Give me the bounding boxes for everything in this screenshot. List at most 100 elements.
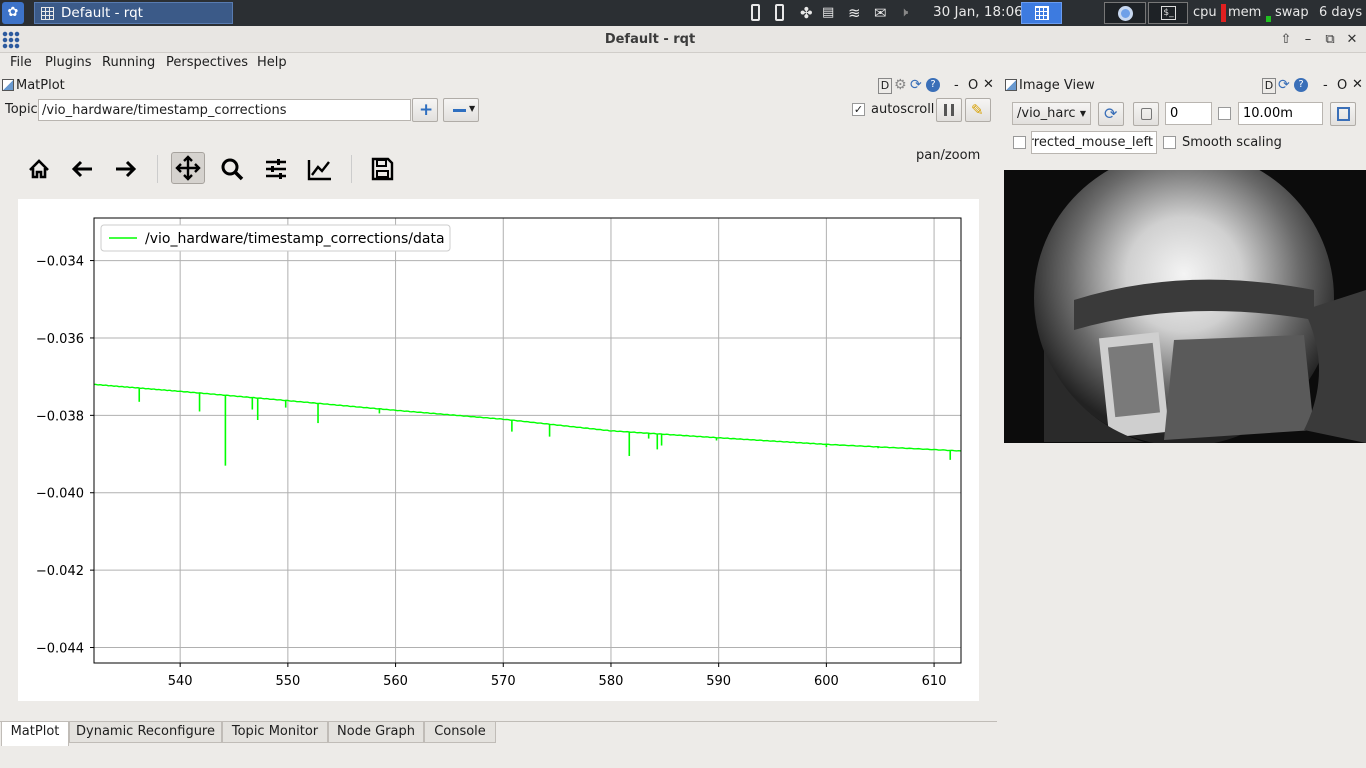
matplot-panel-icon: [2, 79, 14, 91]
home-icon[interactable]: [22, 152, 56, 186]
save-figure-icon[interactable]: [365, 152, 399, 186]
matplot-dock-d-button[interactable]: D: [878, 78, 892, 94]
y-tick-label: −0.034: [36, 255, 84, 270]
chevron-down-icon: ▼: [469, 104, 476, 113]
remove-topic-button[interactable]: ▼: [443, 98, 479, 122]
memory-card-icon[interactable]: ▤: [822, 0, 834, 26]
matplot-help-icon[interactable]: ?: [926, 78, 940, 92]
matplot-panel-title: MatPlot: [16, 78, 65, 93]
tab-topic-monitor[interactable]: Topic Monitor: [222, 721, 328, 743]
uptime: 6 days: [1319, 5, 1363, 20]
y-tick-label: −0.044: [36, 642, 84, 657]
top-panel: ✿ Default - rqt ✤ ▤ ≋ ✉ 🕨 30 Jan, 18:06 …: [0, 0, 1366, 26]
x-tick-label: 600: [814, 674, 839, 689]
maximize-icon[interactable]: ⧉: [1320, 31, 1340, 49]
zoom-magnifier-icon[interactable]: [215, 152, 249, 186]
autoscroll-checkbox[interactable]: ✓: [852, 103, 865, 116]
taskbar-window-button[interactable]: Default - rqt: [34, 2, 233, 24]
pan-move-icon: [175, 155, 201, 181]
mem-meter: [1266, 16, 1271, 22]
plus-icon: +: [419, 100, 434, 120]
zoom-icon: [1141, 108, 1152, 120]
y-tick-label: −0.038: [36, 409, 84, 424]
toolbar-separator: [157, 155, 158, 183]
refresh-icon: ⟳: [1104, 104, 1118, 123]
minimize-icon[interactable]: –: [1298, 31, 1318, 49]
toolbar-separator: [351, 155, 352, 183]
back-arrow-icon[interactable]: [66, 152, 100, 186]
image-overlay-value: orrected_mouse_left: [1031, 135, 1153, 150]
tab-dynamic-reconfigure[interactable]: Dynamic Reconfigure: [69, 721, 222, 743]
tab-console[interactable]: Console: [424, 721, 496, 743]
matplot-float-button[interactable]: O: [968, 78, 978, 93]
y-tick-label: −0.036: [36, 332, 84, 347]
menu-plugins[interactable]: Plugins: [45, 55, 92, 70]
add-topic-button[interactable]: +: [412, 98, 438, 122]
camera-frame: [1034, 170, 1366, 443]
menu-help[interactable]: Help: [257, 55, 287, 70]
whisker-menu-icon[interactable]: ✿: [2, 2, 24, 24]
image-view-panel-header: Image View D ⟳ ? - O ✕: [1003, 76, 1366, 98]
tab-node-graph[interactable]: Node Graph: [328, 721, 424, 743]
pause-icon: [944, 104, 954, 116]
menu-perspectives[interactable]: Perspectives: [166, 55, 248, 70]
clear-button[interactable]: ✎: [965, 98, 991, 122]
matplot-minimize-button[interactable]: -: [954, 78, 959, 93]
image-view-float-button[interactable]: O: [1337, 78, 1347, 93]
forward-arrow-icon[interactable]: [108, 152, 142, 186]
image-zoom-button[interactable]: [1133, 102, 1159, 126]
x-tick-label: 560: [383, 674, 408, 689]
wifi-icon[interactable]: ≋: [848, 0, 861, 26]
minus-icon: [453, 109, 466, 112]
x-tick-label: 570: [491, 674, 516, 689]
battery-icon[interactable]: [751, 4, 760, 21]
broom-icon: ✎: [971, 101, 984, 119]
configure-subplots-icon[interactable]: [259, 152, 293, 186]
edit-axes-icon[interactable]: [303, 152, 337, 186]
menu-file[interactable]: File: [10, 55, 32, 70]
chevron-down-icon: ▼: [1079, 109, 1086, 118]
matplot-refresh-icon[interactable]: ⟳: [910, 77, 922, 93]
image-save-button[interactable]: [1330, 102, 1356, 126]
clock[interactable]: 30 Jan, 18:06: [933, 0, 1023, 24]
topic-input[interactable]: [38, 99, 411, 121]
image-refresh-topics-button[interactable]: ⟳: [1098, 102, 1124, 126]
battery-icon[interactable]: [775, 4, 784, 21]
image-rotation-spinbox[interactable]: [1165, 102, 1212, 125]
pause-button[interactable]: [936, 98, 962, 122]
smooth-scaling-checkbox[interactable]: [1163, 136, 1176, 149]
grid-app-icon: [41, 7, 54, 20]
image-time-input[interactable]: [1238, 102, 1323, 125]
pan-zoom-button[interactable]: [171, 152, 205, 184]
workspace-switcher[interactable]: [1021, 2, 1062, 24]
matplot-close-icon[interactable]: ✕: [983, 77, 994, 92]
image-time-checkbox[interactable]: [1218, 107, 1231, 120]
matplot-gear-icon[interactable]: ⚙: [894, 77, 907, 93]
terminal-tray-button[interactable]: $_: [1148, 2, 1188, 24]
swap-label: swap: [1275, 5, 1309, 20]
image-view-close-icon[interactable]: ✕: [1352, 77, 1363, 92]
close-icon[interactable]: ✕: [1342, 31, 1362, 49]
line-chart[interactable]: 540 550 560 570 580 590 600 610 −0.034 −0.036 −0.0…: [18, 199, 979, 701]
image-view-minimize-button[interactable]: -: [1323, 78, 1328, 93]
mail-icon[interactable]: ✉: [874, 0, 887, 26]
menu-running[interactable]: Running: [102, 55, 155, 70]
smooth-scaling-label: Smooth scaling: [1182, 135, 1282, 150]
x-tick-label: 610: [922, 674, 947, 689]
image-view-help-icon[interactable]: ?: [1294, 78, 1308, 92]
bluetooth-icon[interactable]: ✤: [800, 0, 813, 26]
image-topic-value: /vio_harc: [1017, 106, 1076, 121]
plot-canvas[interactable]: 540 550 560 570 580 590 600 610 −0.034 −0.036 −0.0…: [18, 199, 979, 701]
image-view-refresh-icon[interactable]: ⟳: [1278, 77, 1290, 93]
image-view-panel-icon: [1005, 79, 1017, 91]
image-view-dock-d-button[interactable]: D: [1262, 78, 1276, 94]
image-overlay-input[interactable]: orrected_mouse_left: [1031, 131, 1157, 154]
x-tick-label: 580: [599, 674, 624, 689]
tab-matplot[interactable]: MatPlot: [1, 721, 69, 746]
window-titlebar[interactable]: Default - rqt ⇧ – ⧉ ✕: [0, 26, 1366, 53]
volume-icon[interactable]: 🕨: [900, 0, 908, 26]
chromium-tray-button[interactable]: [1104, 2, 1146, 24]
shade-icon[interactable]: ⇧: [1276, 31, 1296, 49]
image-topic-select[interactable]: /vio_harc ▼: [1012, 102, 1091, 125]
image-overlay-checkbox[interactable]: [1013, 136, 1026, 149]
